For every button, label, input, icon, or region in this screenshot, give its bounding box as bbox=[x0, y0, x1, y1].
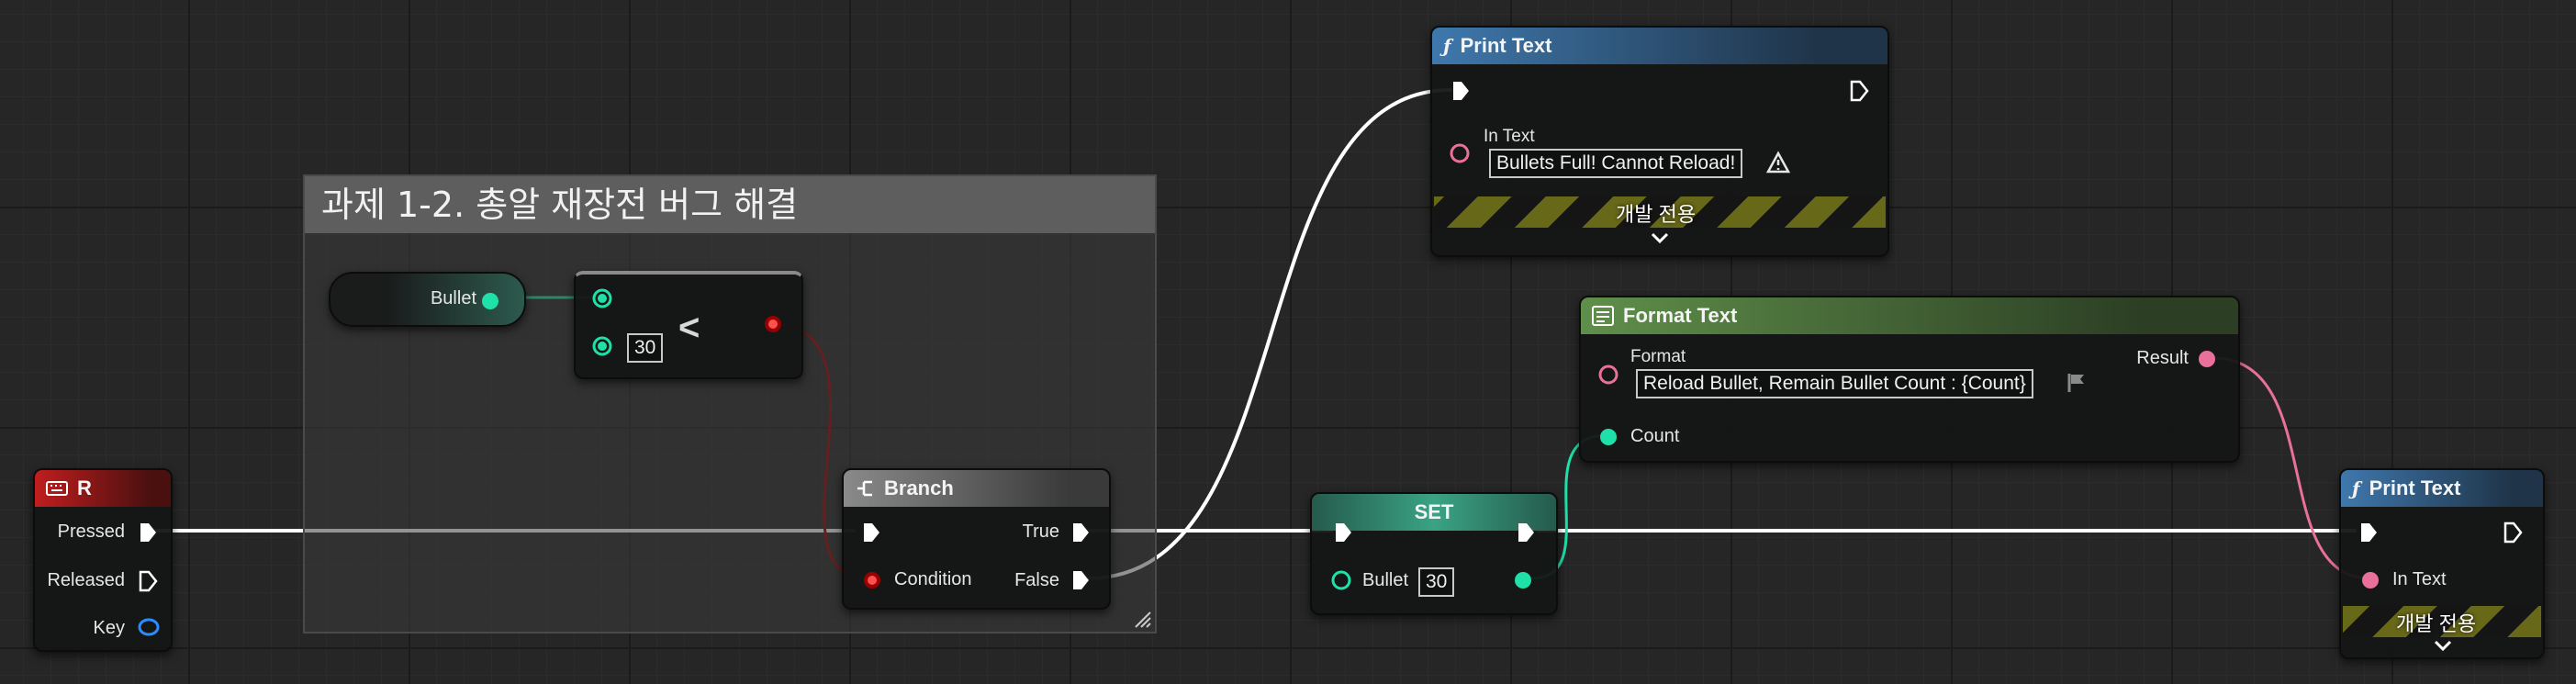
int-pin-b[interactable] bbox=[591, 335, 613, 357]
key-label: Key bbox=[93, 618, 125, 638]
exec-pin-released[interactable] bbox=[138, 570, 158, 592]
set-node[interactable]: SET Bullet 30 bbox=[1310, 492, 1558, 615]
condition-label: Condition bbox=[894, 569, 972, 589]
branch-icon bbox=[857, 480, 872, 497]
in-text-label: In Text bbox=[1484, 127, 1535, 146]
format-text-title: Format Text bbox=[1623, 304, 1738, 327]
int-pin-bullet-out[interactable] bbox=[1512, 569, 1534, 591]
function-icon: ƒ bbox=[2352, 477, 2360, 499]
print-text-full-node[interactable]: ƒ Print Text In Text Bullets Full! Canno… bbox=[1430, 26, 1889, 257]
int-pin-out[interactable] bbox=[479, 290, 501, 312]
false-label: False bbox=[1014, 570, 1059, 590]
set-value-field[interactable]: 30 bbox=[1418, 567, 1455, 597]
development-only-label: 개발 전용 bbox=[2396, 612, 2477, 635]
format-value-field[interactable]: Reload Bullet, Remain Bullet Count : {Co… bbox=[1636, 369, 2033, 398]
key-struct-pin[interactable] bbox=[136, 616, 162, 638]
exec-pin-pressed[interactable] bbox=[138, 521, 158, 544]
development-only-label: 개발 전용 bbox=[1616, 203, 1697, 226]
event-r-header: R bbox=[35, 470, 171, 507]
in-text-value-field[interactable]: Bullets Full! Cannot Reload! bbox=[1489, 149, 1743, 178]
branch-title: Branch bbox=[884, 477, 954, 499]
expand-chevron-icon[interactable] bbox=[2433, 639, 2453, 652]
format-text-icon bbox=[1592, 306, 1614, 326]
true-label: True bbox=[1022, 521, 1059, 542]
comment-title[interactable]: 과제 1-2. 총알 재장전 버그 해결 bbox=[305, 176, 1155, 233]
set-var-label: Bullet bbox=[1362, 570, 1409, 590]
exec-pin-true[interactable] bbox=[1070, 521, 1091, 544]
flag-icon[interactable] bbox=[2066, 372, 2088, 394]
exec-pin-out[interactable] bbox=[2503, 521, 2523, 544]
text-pin-result[interactable] bbox=[2196, 348, 2218, 370]
exec-pin-out[interactable] bbox=[1849, 80, 1869, 102]
print-text-reload-node[interactable]: ƒ Print Text In Text 개발 전용 bbox=[2339, 468, 2545, 659]
branch-node[interactable]: Branch Condition True False bbox=[842, 468, 1111, 610]
in-text-label: In Text bbox=[2392, 569, 2447, 589]
branch-header: Branch bbox=[844, 470, 1109, 507]
int-pin-a[interactable] bbox=[591, 287, 613, 309]
print-text-full-header: ƒ Print Text bbox=[1432, 28, 1887, 64]
bool-pin-out[interactable] bbox=[762, 313, 784, 335]
text-pin-format[interactable] bbox=[1597, 364, 1619, 386]
exec-pin-in[interactable] bbox=[1333, 521, 1353, 544]
get-bullet-label: Bullet bbox=[430, 288, 476, 308]
keyboard-icon bbox=[46, 481, 68, 496]
get-bullet-node[interactable]: Bullet bbox=[329, 272, 526, 327]
int-pin-bullet-in[interactable] bbox=[1330, 569, 1352, 591]
exec-pin-out[interactable] bbox=[1516, 521, 1536, 544]
event-r-node[interactable]: R Pressed Released Key bbox=[33, 468, 173, 652]
format-text-node[interactable]: Format Text Format Reload Bullet, Remain… bbox=[1579, 296, 2240, 463]
int-pin-count[interactable] bbox=[1597, 426, 1619, 448]
exec-pin-false[interactable] bbox=[1070, 569, 1091, 591]
b-value-field[interactable]: 30 bbox=[627, 333, 664, 363]
bool-pin-condition[interactable] bbox=[861, 569, 883, 591]
exec-pin-in[interactable] bbox=[861, 521, 881, 544]
text-pin-in[interactable] bbox=[2359, 569, 2381, 591]
less-than-node[interactable]: 30 < bbox=[574, 271, 803, 379]
warning-icon bbox=[1765, 151, 1791, 174]
count-label: Count bbox=[1630, 426, 1680, 446]
pressed-label: Pressed bbox=[57, 521, 125, 542]
exec-pin-in[interactable] bbox=[2358, 521, 2379, 544]
format-text-header: Format Text bbox=[1581, 297, 2238, 334]
result-label: Result bbox=[2136, 348, 2189, 368]
event-r-title: R bbox=[77, 477, 92, 499]
format-label: Format bbox=[1630, 347, 1686, 366]
text-pin-in[interactable] bbox=[1449, 142, 1471, 164]
function-icon: ƒ bbox=[1443, 35, 1451, 57]
print-text-reload-header: ƒ Print Text bbox=[2341, 470, 2543, 507]
released-label: Released bbox=[47, 570, 125, 590]
exec-pin-in[interactable] bbox=[1450, 80, 1471, 102]
print-text-reload-title: Print Text bbox=[2369, 477, 2461, 499]
resize-grip-icon[interactable] bbox=[1131, 608, 1151, 628]
expand-chevron-icon[interactable] bbox=[1650, 231, 1670, 244]
set-title: SET bbox=[1414, 500, 1454, 523]
print-text-full-title: Print Text bbox=[1460, 34, 1552, 57]
less-than-operator: < bbox=[678, 308, 700, 348]
